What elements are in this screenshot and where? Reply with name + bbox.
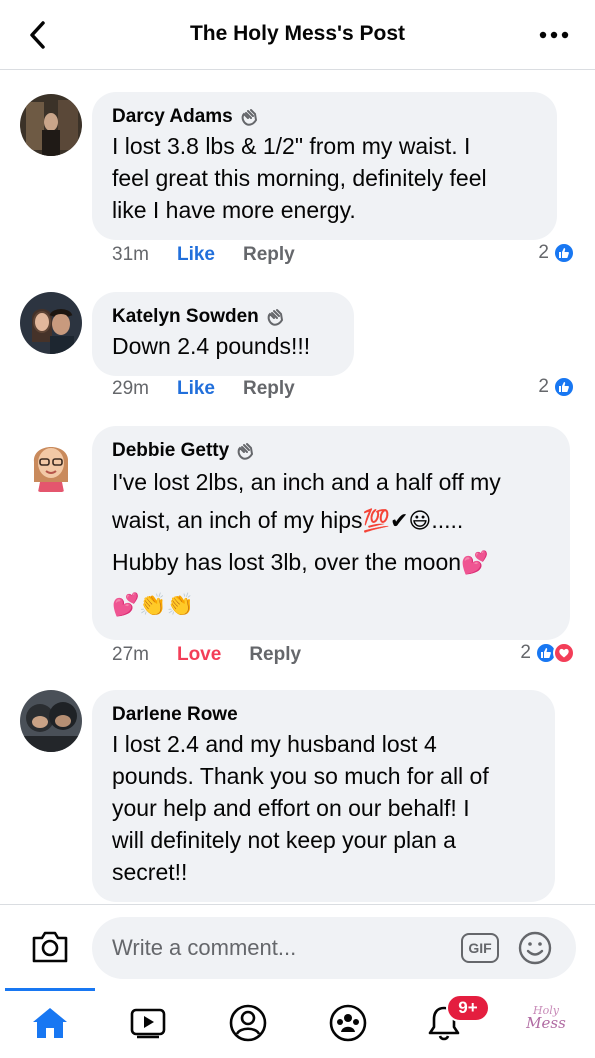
- reply-button[interactable]: Reply: [243, 378, 295, 400]
- tab-home[interactable]: [20, 1000, 80, 1046]
- comment-meta: 29m Like Reply: [112, 378, 323, 400]
- comment-line: your help and effort on our behalf! I: [112, 795, 470, 821]
- more-dots-icon: [539, 31, 569, 39]
- comment-bubble: Debbie Getty I've lost 2lbs, an inch and…: [92, 426, 570, 640]
- comment-line: feel great this morning, definitely feel: [112, 165, 487, 191]
- avatar[interactable]: [20, 432, 82, 494]
- comment-time: 31m: [112, 244, 149, 265]
- love-button[interactable]: Love: [177, 644, 221, 666]
- smiley-icon: [518, 931, 552, 965]
- comment-line: like I have more energy.: [112, 197, 356, 223]
- comment-author[interactable]: Debbie Getty: [112, 438, 229, 464]
- reply-button[interactable]: Reply: [243, 244, 295, 266]
- home-icon: [33, 1008, 67, 1038]
- wave-badge-icon: [235, 441, 255, 461]
- groups-icon: [329, 1004, 367, 1042]
- comment-line: pounds. Thank you so much for all of: [112, 763, 489, 789]
- comment-bubble: Darlene Rowe I lost 2.4 and my husband l…: [92, 690, 555, 902]
- reply-button[interactable]: Reply: [249, 644, 301, 666]
- comment-time: 29m: [112, 378, 149, 399]
- reaction-count: 2: [538, 376, 549, 397]
- tab-profile[interactable]: [218, 1000, 278, 1046]
- tab-watch[interactable]: [118, 1000, 178, 1046]
- comment-line: I lost 2.4 and my husband lost 4: [112, 731, 437, 757]
- comment-composer: GIF: [0, 904, 595, 988]
- reaction-count: 2: [520, 642, 531, 663]
- wave-badge-icon: [239, 107, 259, 127]
- comment-line: waist, an inch of my hips💯✔😃.....: [112, 507, 464, 534]
- camera-icon: [32, 931, 68, 963]
- avatar[interactable]: [20, 94, 82, 156]
- bottom-tab-bar: 9+ Holy Mess: [0, 988, 595, 1058]
- emoji-hearts: 💕: [461, 551, 489, 576]
- reaction-summary[interactable]: 2: [538, 242, 575, 264]
- comment-author[interactable]: Darcy Adams: [112, 104, 233, 130]
- like-reaction-icon: [553, 376, 575, 398]
- camera-button[interactable]: [30, 929, 70, 965]
- love-reaction-icon: [553, 642, 575, 664]
- active-tab-indicator: [5, 988, 95, 991]
- page-avatar-logo[interactable]: Holy Mess: [522, 1004, 570, 1044]
- like-button[interactable]: Like: [177, 244, 215, 266]
- comment-bubble: Katelyn Sowden Down 2.4 pounds!!!: [92, 292, 354, 376]
- like-button[interactable]: Like: [177, 378, 215, 400]
- emoji-hearts-clap: 💕👏👏: [112, 593, 195, 618]
- comment-author[interactable]: Katelyn Sowden: [112, 304, 259, 330]
- comment-author[interactable]: Darlene Rowe: [112, 702, 238, 728]
- comment-bubble: Darcy Adams I lost 3.8 lbs & 1/2" from m…: [92, 92, 557, 240]
- comment-meta: 31m Like Reply: [112, 244, 323, 266]
- notification-badge: 9+: [446, 994, 490, 1022]
- avatar[interactable]: [20, 690, 82, 752]
- reaction-count: 2: [538, 242, 549, 263]
- tab-groups[interactable]: [318, 1000, 378, 1046]
- comment-line: I've lost 2lbs, an inch and a half off m…: [112, 469, 501, 495]
- emoji-button[interactable]: [518, 931, 552, 965]
- comment-line: I lost 3.8 lbs & 1/2" from my waist. I: [112, 133, 471, 159]
- comment-time: 27m: [112, 644, 149, 665]
- comment-text: I lost 2.4 and my husband lost 4 pounds.…: [112, 728, 535, 888]
- wave-badge-icon: [265, 307, 285, 327]
- comment-line: secret!!: [112, 859, 188, 885]
- comment-line: 💕👏👏: [112, 584, 550, 626]
- like-reaction-icon: [553, 242, 575, 264]
- comment-line: will definitely not keep your plan a: [112, 827, 456, 853]
- more-options-button[interactable]: [537, 24, 571, 46]
- comment-text: I've lost 2lbs, an inch and a half off m…: [112, 464, 550, 626]
- logo-line: Mess: [526, 1014, 566, 1032]
- reaction-summary[interactable]: 2: [538, 376, 575, 398]
- video-icon: [130, 1008, 166, 1039]
- post-header: The Holy Mess's Post: [0, 0, 595, 70]
- reaction-summary[interactable]: 2: [520, 642, 575, 664]
- comment-input[interactable]: [92, 917, 576, 979]
- profile-icon: [229, 1004, 267, 1042]
- page-title: The Holy Mess's Post: [189, 22, 406, 45]
- gif-button[interactable]: GIF: [461, 933, 499, 963]
- comment-line: Hubby has lost 3lb, over the moon💕: [112, 549, 489, 576]
- avatar[interactable]: [20, 292, 82, 354]
- emoji-hundred-check-grin: 💯✔😃: [362, 509, 432, 534]
- comment-line: Down 2.4 pounds!!!: [112, 333, 311, 359]
- comment-text: Down 2.4 pounds!!!: [112, 330, 334, 362]
- comment-text: I lost 3.8 lbs & 1/2" from my waist. I f…: [112, 130, 537, 226]
- comment-meta: 27m Love Reply: [112, 644, 329, 666]
